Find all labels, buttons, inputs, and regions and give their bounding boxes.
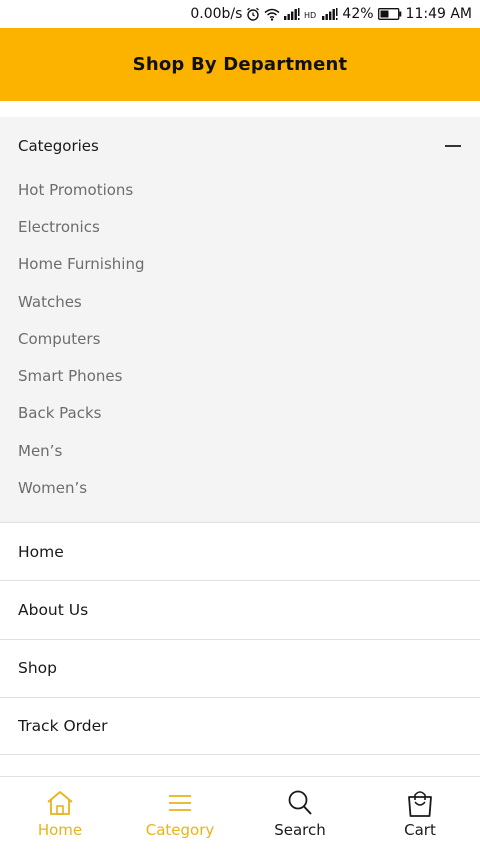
- shopping-bag-icon: [405, 789, 435, 817]
- category-item-hot-promotions[interactable]: Hot Promotions: [0, 171, 480, 208]
- bottom-nav: Home Category Search Cart: [0, 776, 480, 853]
- categories-panel: Categories Hot Promotions Electronics Ho…: [0, 117, 480, 522]
- hd-icon: HD: [304, 8, 318, 20]
- search-icon: [285, 789, 315, 817]
- minus-icon[interactable]: [444, 139, 462, 153]
- svg-text:HD: HD: [304, 11, 316, 20]
- category-item-home-furnishing[interactable]: Home Furnishing: [0, 246, 480, 283]
- category-item-mens[interactable]: Men’s: [0, 432, 480, 469]
- menu-icon: [165, 789, 195, 817]
- nav-home[interactable]: Home: [0, 777, 120, 853]
- alarm-icon: [246, 7, 260, 21]
- status-bar: 0.00b/s HD 42% 11:49 AM: [0, 0, 480, 28]
- category-item-womens[interactable]: Women’s: [0, 469, 480, 506]
- nav-home-label: Home: [37, 821, 83, 839]
- category-item-back-packs[interactable]: Back Packs: [0, 395, 480, 432]
- categories-header[interactable]: Categories: [0, 117, 480, 175]
- nav-category-label: Category: [145, 821, 215, 839]
- nav-search-label: Search: [274, 821, 326, 839]
- menu-item-about-us[interactable]: About Us: [0, 580, 480, 638]
- menu-item-home[interactable]: Home: [0, 522, 480, 580]
- nav-category[interactable]: Category: [120, 777, 240, 853]
- home-icon: [45, 789, 75, 817]
- menu-item-shop[interactable]: Shop: [0, 638, 480, 697]
- category-list: Hot Promotions Electronics Home Furnishi…: [0, 171, 480, 507]
- category-item-electronics[interactable]: Electronics: [0, 208, 480, 245]
- main-menu: Home About Us Shop Track Order: [0, 522, 480, 756]
- nav-cart[interactable]: Cart: [360, 777, 480, 853]
- battery-percentage: 42%: [342, 6, 374, 22]
- menu-item-track-order[interactable]: Track Order: [0, 696, 480, 756]
- category-item-watches[interactable]: Watches: [0, 283, 480, 320]
- clock: 11:49 AM: [405, 6, 472, 22]
- categories-heading: Categories: [18, 137, 99, 155]
- wifi-icon: [264, 8, 280, 21]
- page-title: Shop By Department: [132, 54, 348, 75]
- nav-search[interactable]: Search: [240, 777, 360, 853]
- signal-icon: [284, 8, 300, 20]
- nav-cart-label: Cart: [404, 821, 436, 839]
- category-item-computers[interactable]: Computers: [0, 320, 480, 357]
- signal-icon: [322, 8, 338, 20]
- battery-icon: [377, 8, 402, 20]
- category-item-smart-phones[interactable]: Smart Phones: [0, 357, 480, 394]
- app-header: Shop By Department: [0, 28, 480, 101]
- network-speed: 0.00b/s: [190, 6, 243, 22]
